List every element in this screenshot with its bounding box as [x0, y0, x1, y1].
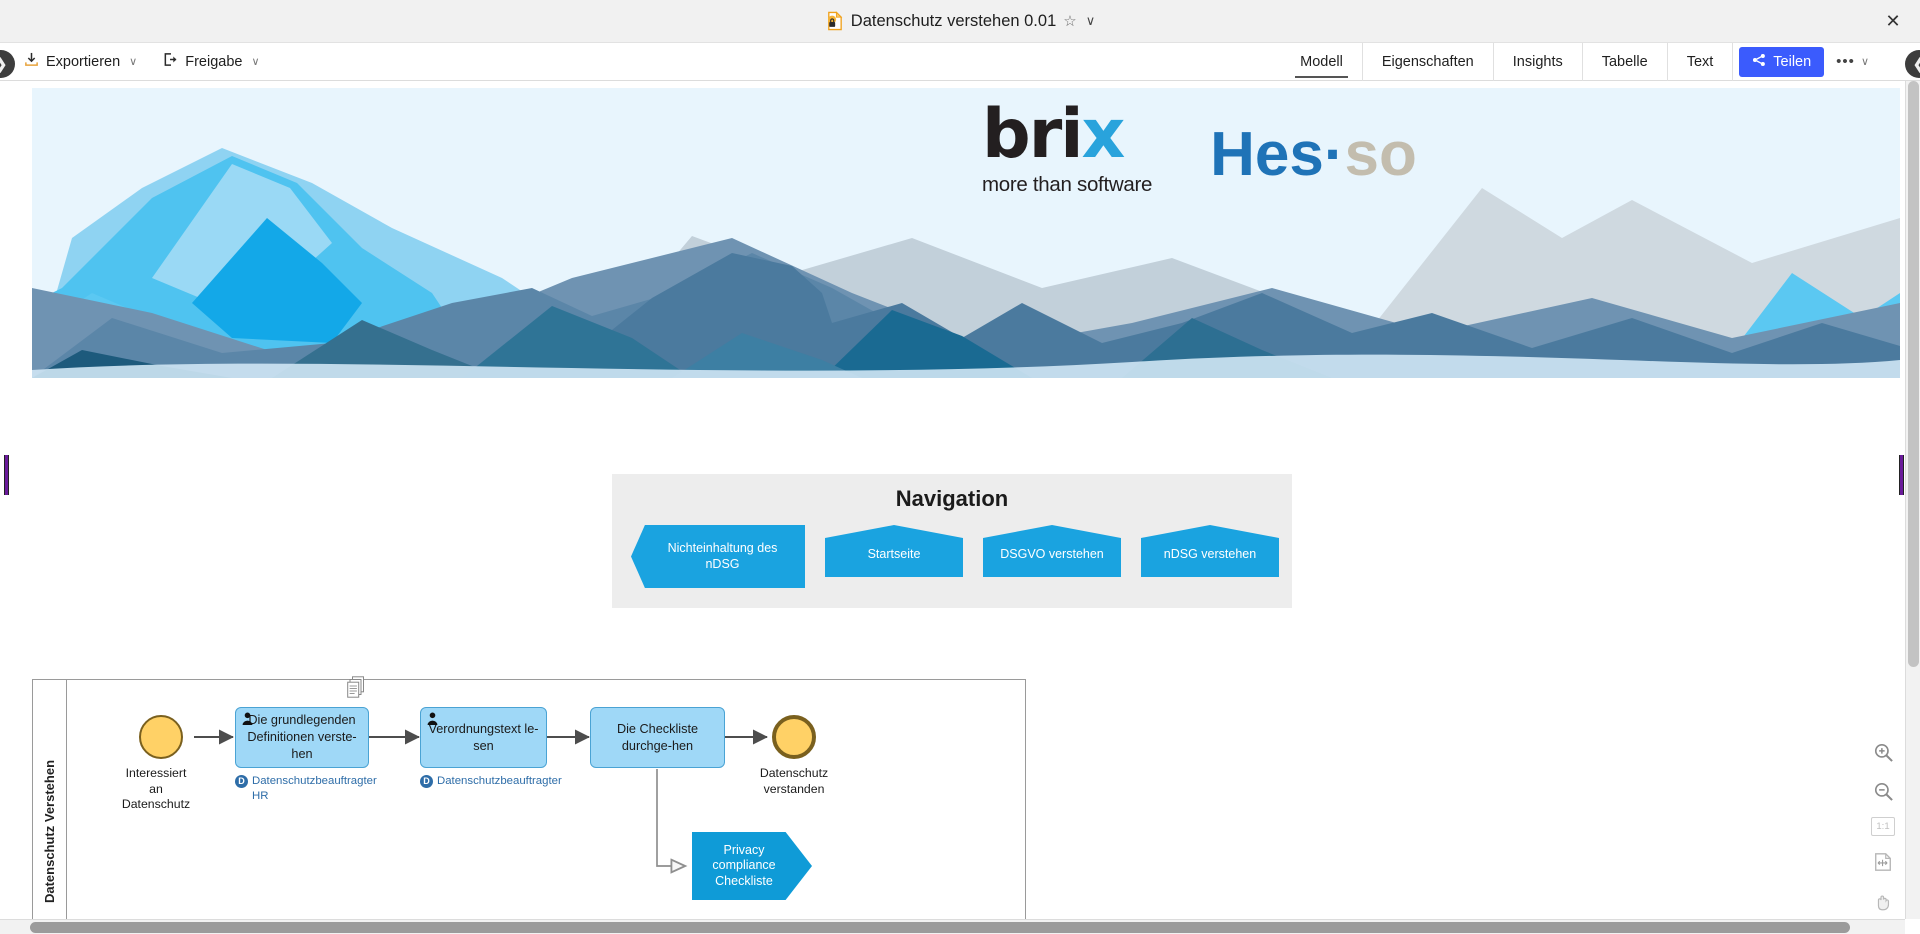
tab-eigenschaften[interactable]: Eigenschaften [1363, 42, 1494, 81]
share-out-icon [163, 52, 178, 71]
end-event-line2: verstanden [763, 781, 825, 796]
locked-document-icon [825, 11, 844, 31]
zoom-in-icon[interactable] [1870, 739, 1896, 765]
toolbar-left-group: Exportieren ∨ Freigabe ∨ [0, 52, 260, 71]
release-button[interactable]: Freigabe ∨ [163, 52, 260, 71]
brix-wordmark: brix [982, 100, 1152, 169]
logo-group: brix more than software Hes·so [982, 100, 1417, 197]
export-label: Exportieren [46, 53, 121, 70]
brix-text-dark: b [982, 95, 1031, 174]
zoom-reset-button[interactable]: 1:1 [1871, 817, 1895, 836]
task-label: Die grundlegenden Definitionen verste-he… [247, 713, 357, 761]
navigation-panel: Navigation Nichteinhaltung des nDSG Star… [612, 474, 1292, 608]
lane-header: Datenschutz Verstehen [33, 680, 67, 934]
document-title-group[interactable]: Datenschutz verstehen 0.01 ☆ ∨ [825, 11, 1095, 31]
download-icon [24, 52, 39, 71]
annotation-label: Datenschutzbeauftragter [437, 775, 562, 787]
start-event-line3: Datenschutz [121, 797, 191, 812]
document-stack-icon [347, 676, 368, 700]
nav-shape-nichteinhaltung[interactable]: Nichteinhaltung des nDSG [631, 525, 805, 588]
task-annotation-1: D Datenschutzbeauftragter HR [235, 774, 385, 804]
role-badge-icon: D [235, 775, 248, 788]
mountain-illustration [32, 88, 1900, 378]
horizontal-scrollbar-thumb[interactable] [30, 922, 1850, 933]
user-task-person-icon [242, 712, 253, 725]
favorite-star-icon[interactable]: ☆ [1063, 12, 1076, 30]
nav-shape-dsgvo-verstehen[interactable]: DSGVO verstehen [983, 525, 1121, 577]
navigation-title: Navigation [895, 486, 1009, 511]
brix-logo: brix more than software [982, 100, 1152, 197]
ellipsis-icon: ••• [1836, 53, 1855, 70]
lane-body: Interessiert an Datenschutz Die grundleg… [67, 676, 1025, 934]
tab-modell[interactable]: Modell [1281, 42, 1363, 81]
share-button-label: Teilen [1773, 53, 1812, 70]
vertical-scrollbar[interactable] [1905, 81, 1920, 919]
start-event-label: Interessiert an Datenschutz [91, 766, 221, 813]
window-title-bar: Datenschutz verstehen 0.01 ☆ ∨ ✕ [0, 0, 1920, 43]
end-event[interactable] [772, 715, 816, 759]
tab-insights[interactable]: Insights [1494, 42, 1583, 81]
share-nodes-icon [1752, 53, 1766, 71]
hesso-hes: Hes [1210, 120, 1324, 189]
task-label: Verordnungstext le-sen [428, 721, 539, 753]
annotation-label: Datenschutzbeauftragter HR [252, 775, 377, 803]
tab-tabelle[interactable]: Tabelle [1583, 42, 1668, 81]
start-event[interactable] [139, 715, 183, 759]
nav-shape-ndsg-verstehen[interactable]: nDSG verstehen [1141, 525, 1279, 577]
tab-text[interactable]: Text [1668, 42, 1734, 81]
horizontal-scrollbar[interactable] [0, 919, 1905, 934]
model-canvas[interactable]: brix more than software Hes·so Navigatio… [0, 81, 1920, 934]
bpmn-pool: Datenschutz Verstehen Interessiert an Da… [32, 676, 1026, 934]
more-options-button[interactable]: ••• ∨ [1824, 43, 1876, 81]
zoom-out-icon[interactable] [1870, 778, 1896, 804]
end-event-line1: Datenschutz [759, 766, 829, 780]
right-edge-marker [1899, 455, 1904, 495]
fit-page-icon[interactable] [1870, 849, 1896, 875]
hesso-so: so [1344, 120, 1417, 189]
share-button[interactable]: Teilen [1739, 46, 1825, 77]
export-chevron-down-icon: ∨ [129, 56, 138, 68]
task-annotation-2: D Datenschutzbeauftragter [420, 774, 580, 789]
end-event-label: Datenschutz verstanden [729, 766, 859, 797]
main-toolbar: Exportieren ∨ Freigabe ∨ Modell Eigensch… [0, 42, 1920, 81]
brix-text-x: x [1081, 95, 1126, 174]
task-label: Die Checkliste durchge-hen [616, 721, 699, 753]
task-definitionen-verstehen[interactable]: Die grundlegenden Definitionen verste-he… [235, 707, 369, 768]
start-event-line2: an [149, 781, 163, 796]
navigation-shape-list: Nichteinhaltung des nDSG Startseite DSGV… [612, 512, 1292, 588]
toolbar-right-group: Modell Eigenschaften Insights Tabelle Te… [1281, 42, 1920, 81]
brix-text-ri: ri [1028, 95, 1084, 174]
document-title: Datenschutz verstehen 0.01 [850, 11, 1057, 30]
close-button[interactable]: ✕ [1880, 8, 1906, 34]
release-label: Freigabe [185, 53, 243, 70]
hesso-logo: Hes·so [1210, 124, 1417, 186]
vertical-scrollbar-thumb[interactable] [1908, 81, 1919, 667]
role-badge-icon: D [420, 775, 433, 788]
left-edge-marker [4, 455, 9, 495]
start-event-line1: Interessiert [125, 766, 187, 780]
brix-tagline: more than software [982, 173, 1153, 196]
header-banner-image: brix more than software Hes·so [32, 88, 1900, 378]
export-button[interactable]: Exportieren ∨ [24, 52, 137, 71]
hesso-dot: · [1323, 120, 1345, 189]
lane-label: Datenschutz Verstehen [42, 759, 58, 904]
task-checkliste-durchgehen[interactable]: Die Checkliste durchge-hen [590, 707, 725, 768]
task-verordnungstext-lesen[interactable]: Verordnungstext le-sen [420, 707, 547, 768]
hand-pan-icon[interactable] [1870, 888, 1896, 914]
zoom-tool-rail: 1:1 [1866, 739, 1900, 914]
model-content: brix more than software Hes·so Navigatio… [0, 81, 1905, 934]
release-chevron-down-icon: ∨ [251, 56, 260, 68]
title-chevron-down-icon[interactable]: ∨ [1086, 13, 1096, 29]
nav-shape-startseite[interactable]: Startseite [825, 525, 963, 577]
user-task-person-icon [427, 712, 438, 725]
more-chevron-down-icon: ∨ [1860, 56, 1870, 68]
